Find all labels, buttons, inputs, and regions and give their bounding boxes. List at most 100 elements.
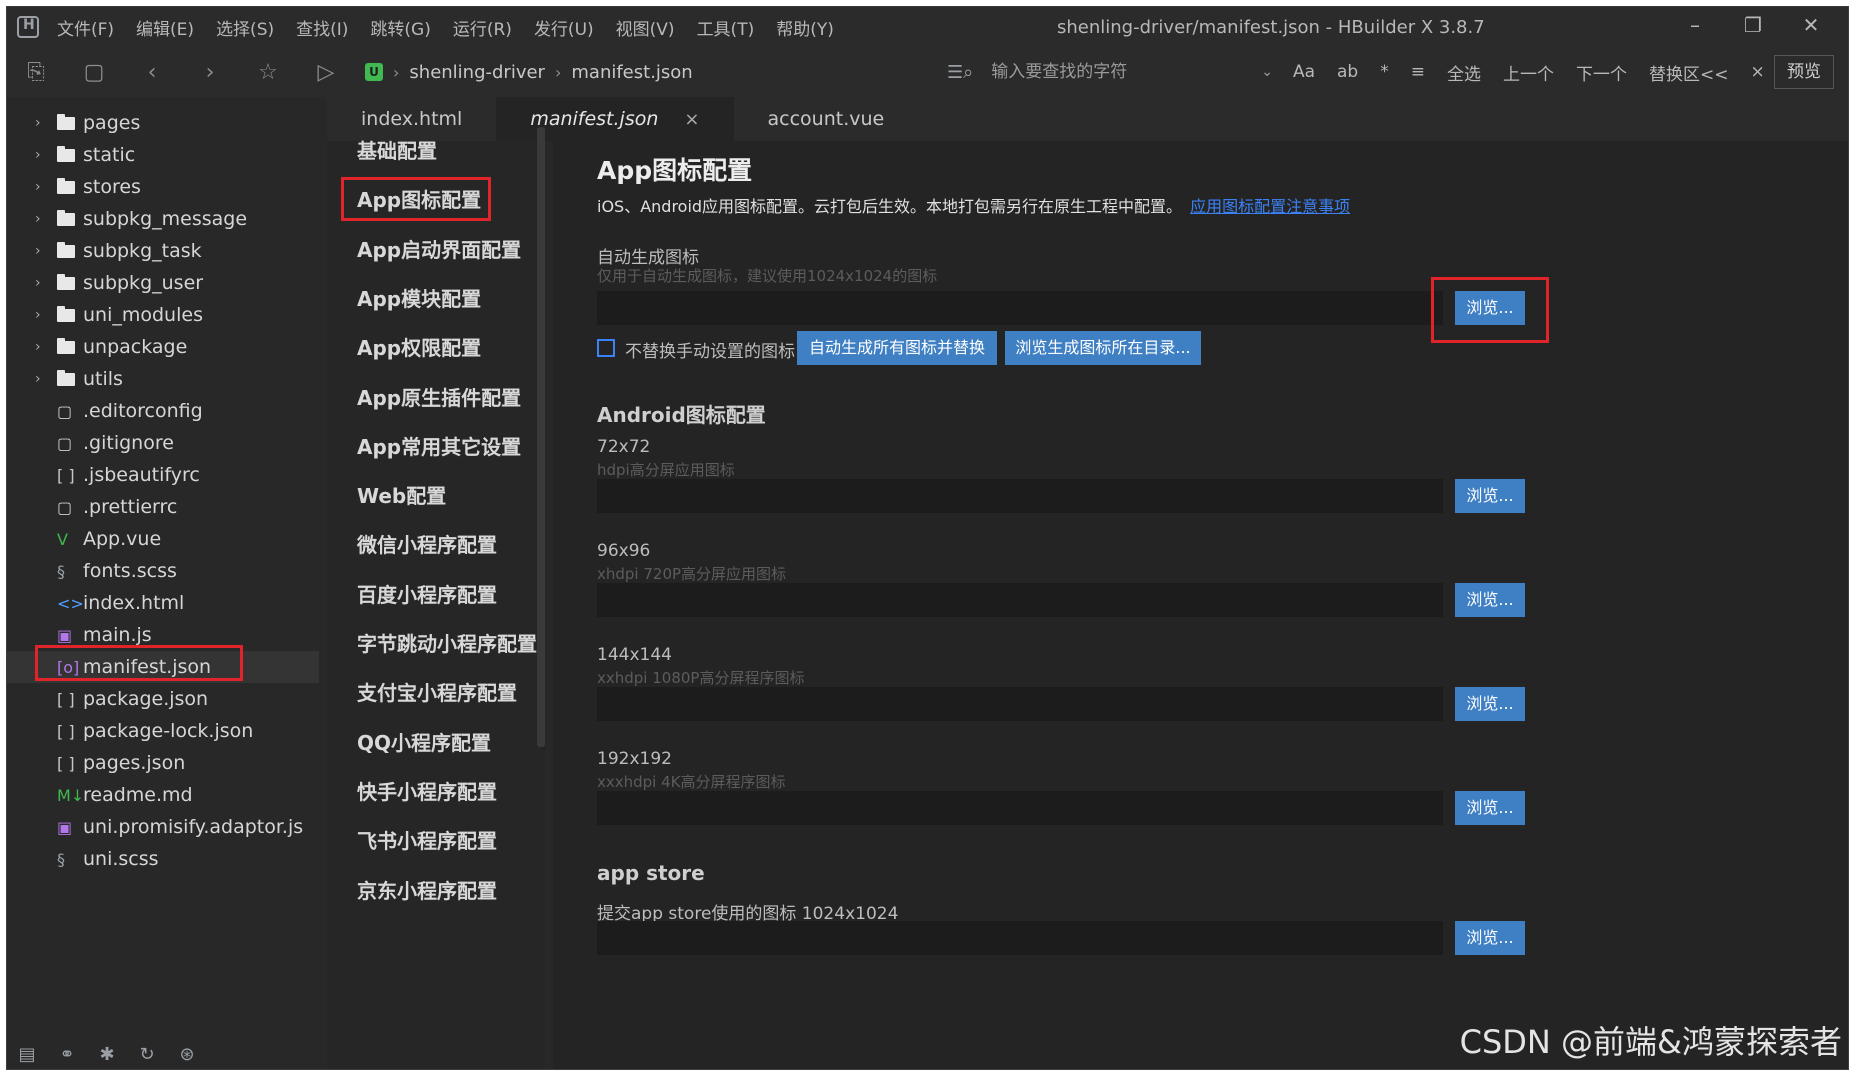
regex-toggle[interactable]: * (1380, 62, 1389, 82)
menu-item-select[interactable]: 选择(S) (216, 15, 274, 40)
icon-96-browse-button[interactable]: 浏览... (1455, 583, 1525, 617)
chevron-right-icon[interactable]: › (35, 339, 57, 355)
minimize-icon[interactable]: – (1666, 13, 1724, 37)
find-next-button[interactable]: 下一个 (1576, 60, 1627, 85)
settings-nav-item[interactable]: App启动界面配置 (357, 240, 521, 260)
folder-pages[interactable]: › pages (7, 107, 319, 139)
no-replace-checkbox[interactable] (597, 339, 615, 357)
source-control-icon[interactable]: ↻ (127, 1044, 167, 1065)
folder-uni-modules[interactable]: › uni_modules (7, 299, 319, 331)
explorer-icon[interactable]: ▤ (7, 1044, 47, 1065)
file-jsbeautifyrc[interactable]: [ ] .jsbeautifyrc (7, 459, 319, 491)
icon-192-browse-button[interactable]: 浏览... (1455, 791, 1525, 825)
folder-subpkg-message[interactable]: › subpkg_message (7, 203, 319, 235)
file-pages-json[interactable]: [ ] pages.json (7, 747, 319, 779)
restore-icon[interactable]: ❐ (1724, 13, 1782, 37)
file-readme-md[interactable]: M↓ readme.md (7, 779, 319, 811)
replace-toggle-button[interactable]: 替换区<< (1649, 60, 1729, 85)
appstore-icon-path-field[interactable] (597, 921, 1443, 955)
settings-nav-item[interactable]: 微信小程序配置 (357, 535, 497, 555)
settings-nav-item[interactable]: 基础配置 (357, 141, 437, 161)
star-icon[interactable]: ☆ (239, 60, 297, 85)
icon-96-path-field[interactable] (597, 583, 1443, 617)
debug-icon[interactable]: ✱ (87, 1044, 127, 1065)
icon-72-browse-button[interactable]: 浏览... (1455, 479, 1525, 513)
file-prettierrc[interactable]: ▢ .prettierrc (7, 491, 319, 523)
file-package-json[interactable]: [ ] package.json (7, 683, 319, 715)
auto-icon-path-field[interactable] (597, 291, 1443, 325)
menu-item-publish[interactable]: 发行(U) (534, 15, 594, 40)
file-index-html[interactable]: <> index.html (7, 587, 319, 619)
settings-nav-item[interactable]: 京东小程序配置 (357, 881, 497, 901)
icon-72-path-field[interactable] (597, 479, 1443, 513)
icon-144-browse-button[interactable]: 浏览... (1455, 687, 1525, 721)
whole-word-toggle[interactable]: ab (1337, 62, 1358, 82)
auto-generate-replace-button[interactable]: 自动生成所有图标并替换 (797, 331, 997, 365)
file-App-vue[interactable]: V App.vue (7, 523, 319, 555)
in-selection-toggle[interactable]: ≡ (1411, 62, 1425, 82)
file-uni-scss[interactable]: § uni.scss (7, 843, 319, 875)
file-gitignore[interactable]: ▢ .gitignore (7, 427, 319, 459)
folder-stores[interactable]: › stores (7, 171, 319, 203)
save-all-icon[interactable]: ⎘ (7, 60, 65, 85)
settings-nav-item[interactable]: App常用其它设置 (357, 437, 521, 457)
menu-item-file[interactable]: 文件(F) (57, 15, 114, 40)
file-fonts-scss[interactable]: § fonts.scss (7, 555, 319, 587)
browse-generated-dir-button[interactable]: 浏览生成图标所在目录... (1005, 331, 1201, 365)
run-icon[interactable]: ▷ (297, 60, 355, 85)
tab-account-vue[interactable]: account.vue (734, 97, 919, 141)
menu-item-tools[interactable]: 工具(T) (697, 15, 755, 40)
find-input[interactable] (991, 62, 1262, 82)
breadcrumb-file[interactable]: manifest.json (571, 62, 692, 83)
file-package-lock-json[interactable]: [ ] package-lock.json (7, 715, 319, 747)
menu-item-help[interactable]: 帮助(Y) (776, 15, 834, 40)
search-icon[interactable]: ⚭ (47, 1044, 87, 1065)
icon-192-path-field[interactable] (597, 791, 1443, 825)
chevron-right-icon[interactable]: › (35, 307, 57, 323)
forward-icon[interactable]: › (181, 60, 239, 85)
settings-nav-item[interactable]: QQ小程序配置 (357, 733, 491, 753)
preview-button[interactable]: 预览 (1774, 55, 1834, 89)
chevron-right-icon[interactable]: › (35, 275, 57, 291)
file-editorconfig[interactable]: ▢ .editorconfig (7, 395, 319, 427)
icon-config-notes-link[interactable]: 应用图标配置注意事项 (1190, 197, 1350, 216)
settings-nav-scrollbar[interactable] (537, 127, 545, 747)
breadcrumb-project[interactable]: shenling-driver (409, 62, 545, 83)
settings-nav-item[interactable]: 飞书小程序配置 (357, 831, 497, 851)
chevron-right-icon[interactable]: › (35, 243, 57, 259)
settings-nav-item[interactable]: 支付宝小程序配置 (357, 683, 517, 703)
settings-nav-item[interactable]: 快手小程序配置 (357, 782, 497, 802)
chevron-right-icon[interactable]: › (35, 179, 57, 195)
settings-nav-item[interactable]: App权限配置 (357, 338, 481, 358)
folder-unpackage[interactable]: › unpackage (7, 331, 319, 363)
settings-nav-item[interactable]: Web配置 (357, 486, 446, 506)
menu-item-edit[interactable]: 编辑(E) (136, 15, 194, 40)
tab-index-html[interactable]: index.html (327, 97, 496, 141)
save-icon[interactable]: ▢ (65, 60, 123, 85)
back-icon[interactable]: ‹ (123, 60, 181, 85)
chevron-right-icon[interactable]: › (35, 211, 57, 227)
file-uni-promisify-adaptor-js[interactable]: ▣ uni.promisify.adaptor.js (7, 811, 319, 843)
select-all-button[interactable]: 全选 (1447, 60, 1481, 85)
settings-nav-item[interactable]: App模块配置 (357, 289, 481, 309)
chevron-right-icon[interactable]: › (35, 115, 57, 131)
settings-nav-item[interactable]: 百度小程序配置 (357, 585, 497, 605)
close-find-icon[interactable]: × (1750, 62, 1764, 82)
close-tab-icon[interactable]: × (684, 109, 699, 130)
folder-utils[interactable]: › utils (7, 363, 319, 395)
find-previous-button[interactable]: 上一个 (1503, 60, 1554, 85)
plugin-icon[interactable]: ⊛ (167, 1044, 207, 1065)
menu-item-run[interactable]: 运行(R) (453, 15, 512, 40)
tab-manifest-json[interactable]: manifest.json × (496, 97, 734, 141)
folder-subpkg-user[interactable]: › subpkg_user (7, 267, 319, 299)
settings-nav-item[interactable]: App原生插件配置 (357, 388, 521, 408)
folder-subpkg-task[interactable]: › subpkg_task (7, 235, 319, 267)
menu-item-find[interactable]: 查找(I) (296, 15, 348, 40)
menu-item-goto[interactable]: 跳转(G) (370, 15, 430, 40)
chevron-right-icon[interactable]: › (35, 147, 57, 163)
appstore-browse-button[interactable]: 浏览... (1455, 921, 1525, 955)
folder-static[interactable]: › static (7, 139, 319, 171)
chevron-right-icon[interactable]: › (35, 371, 57, 387)
close-window-icon[interactable]: ✕ (1782, 13, 1840, 37)
menu-item-view[interactable]: 视图(V) (616, 15, 675, 40)
